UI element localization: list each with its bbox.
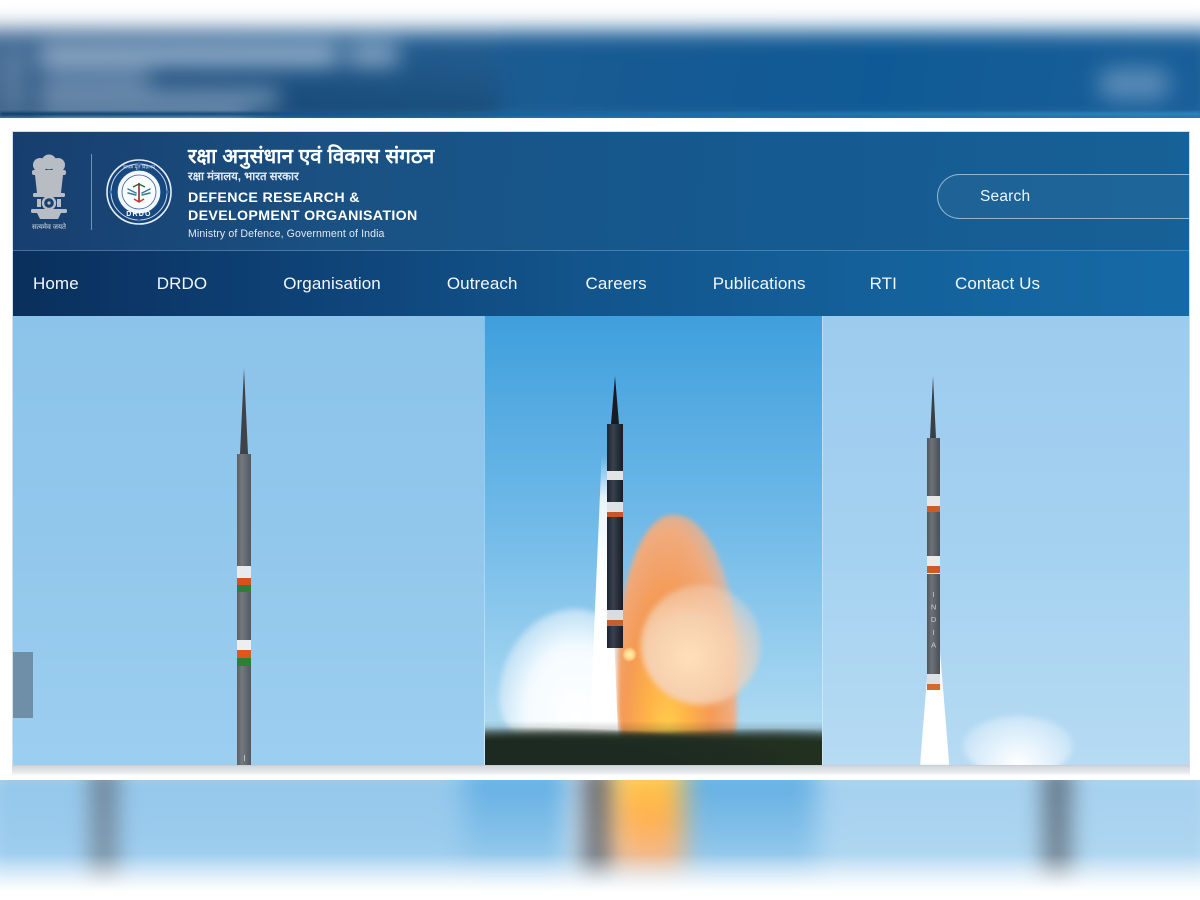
nav-item-rti[interactable]: RTI: [870, 274, 897, 294]
nav-item-careers[interactable]: Careers: [586, 274, 647, 294]
svg-text:सत्यमेव जयते: सत्यमेव जयते: [32, 222, 67, 231]
treeline-graphic: [485, 721, 822, 765]
nav-item-outreach[interactable]: Outreach: [447, 274, 518, 294]
blurred-top-band: [0, 0, 1200, 118]
nav-item-organisation[interactable]: Organisation: [283, 274, 381, 294]
title-english-line1: DEFENCE RESEARCH &: [188, 189, 360, 206]
svg-text:DRDO: DRDO: [126, 211, 151, 218]
site-content-card: सत्यमेव जयते बलस्य मूलं विज्ञानम् DRDO र…: [12, 131, 1190, 767]
header-divider: [91, 153, 92, 230]
nav-item-publications[interactable]: Publications: [713, 274, 806, 294]
launch-plume-graphic: [499, 435, 771, 765]
main-navigation: Home DRDO Organisation Outreach Careers …: [13, 251, 1189, 316]
ministry-line: Ministry of Defence, Government of India: [188, 228, 385, 241]
exhaust-smoke-graphic: [962, 716, 1073, 765]
title-english-line2: DEVELOPMENT ORGANISATION: [188, 207, 418, 224]
missile-graphic: [607, 376, 624, 648]
blurred-bottom-band: [0, 780, 1200, 900]
subtitle-hindi: रक्षा मंत्रालय, भारत सरकार: [188, 171, 299, 184]
search-placeholder-text[interactable]: Search: [980, 188, 1030, 206]
nav-item-home[interactable]: Home: [33, 274, 79, 294]
page-edge-residue: [12, 766, 1190, 776]
nav-item-contact-us[interactable]: Contact Us: [955, 274, 1040, 294]
blurred-top-divider: [0, 112, 1200, 116]
state-emblem-of-india-icon: सत्यमेव जयते: [23, 149, 75, 235]
drdo-roundel-icon: बलस्य मूलं विज्ञानम् DRDO: [106, 158, 172, 225]
site-header: सत्यमेव जयते बलस्य मूलं विज्ञानम् DRDO र…: [13, 132, 1189, 251]
search-box[interactable]: Search: [937, 174, 1189, 219]
carousel-slide-missile-ascent[interactable]: INDIA: [821, 316, 1189, 765]
hero-carousel: INDIA: [13, 316, 1189, 766]
header-titles: रक्षा अनुसंधान एवं विकास संगठन रक्षा मंत…: [188, 143, 434, 240]
carousel-prev-arrow[interactable]: [13, 652, 33, 718]
carousel-slide-missile-standing[interactable]: INDIA: [13, 316, 485, 765]
carousel-slide-missile-launch[interactable]: [484, 316, 822, 765]
title-hindi: रक्षा अनुसंधान एवं विकास संगठन: [188, 144, 435, 168]
missile-graphic: INDIA: [237, 368, 251, 765]
svg-text:बलस्य मूलं विज्ञानम्: बलस्य मूलं विज्ञानम्: [123, 163, 156, 170]
missile-graphic: INDIA: [926, 376, 940, 706]
nav-item-drdo[interactable]: DRDO: [157, 274, 207, 294]
screenshot-stage: सत्यमेव जयते बलस्य मूलं विज्ञानम् DRDO र…: [0, 0, 1200, 900]
